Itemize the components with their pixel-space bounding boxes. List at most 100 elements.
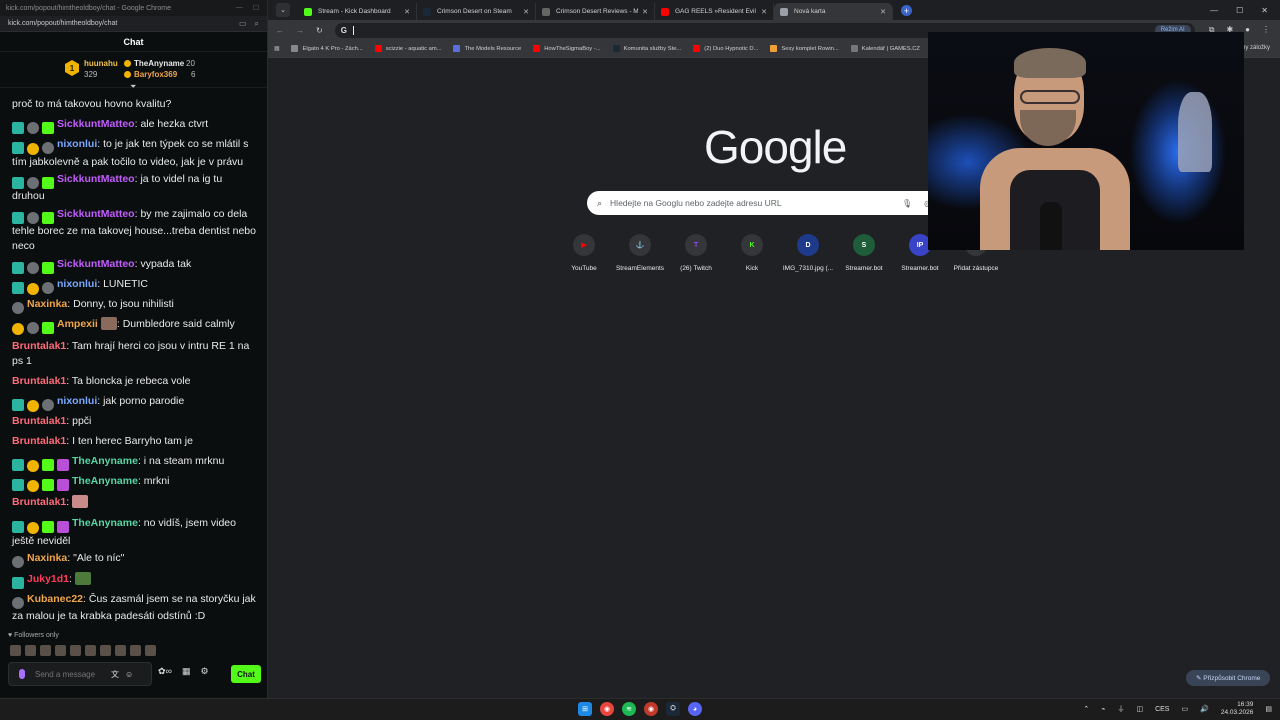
back-arrow-icon[interactable]: ← [276, 26, 284, 35]
clock[interactable]: 16:39 24.03.2026 [1221, 701, 1254, 717]
chat-composer[interactable]: 文 ☺ [8, 662, 152, 686]
spotify-taskbar-icon[interactable]: ≋ [622, 702, 636, 716]
chat-username[interactable]: SickkuntMatteo [57, 118, 135, 130]
leaderboard-user-3[interactable]: Baryfox369 [134, 70, 177, 79]
browser-tab[interactable]: GAG REELS »Resident Evil 4« | G ✕ [655, 3, 774, 20]
chat-username[interactable]: Ampexii [57, 318, 98, 330]
bookmark-item[interactable]: The Models Resource [453, 45, 521, 52]
emote-icon[interactable] [55, 645, 66, 656]
volume-icon[interactable]: 🔊 [1200, 705, 1209, 713]
chat-send-button[interactable]: Chat [231, 665, 261, 683]
chat-username[interactable]: nixonlui [57, 278, 97, 290]
notifications-icon[interactable]: ▤ [1265, 705, 1272, 713]
maximize-icon[interactable]: ☐ [1236, 6, 1243, 15]
minimize-icon[interactable]: — [1210, 6, 1218, 15]
translate-icon[interactable]: 文 [111, 669, 119, 680]
network-icon[interactable]: ▭ [1181, 705, 1188, 713]
bookmark-item[interactable]: Elgato 4 K Pro - Zách... [291, 45, 363, 52]
chat-username[interactable]: Bruntalak1 [12, 496, 66, 508]
leaderboard-user-2[interactable]: TheAnyname [134, 59, 184, 68]
chat-username[interactable]: Naxinka [27, 298, 67, 310]
shortcut-tile[interactable]: D IMG_7310.jpg (... [780, 234, 836, 272]
store-icon[interactable]: ▦ [182, 666, 191, 677]
chat-username[interactable]: Naxinka [27, 552, 67, 564]
shortcut-tile[interactable]: K Kick [724, 234, 780, 272]
emote-icon[interactable] [130, 645, 141, 656]
settings-gear-icon[interactable]: ⚙ [200, 666, 208, 677]
more-menu-icon[interactable]: ⋮ [1262, 25, 1270, 35]
tab-close-icon[interactable]: ✕ [880, 8, 886, 16]
input-language[interactable]: CES [1155, 706, 1169, 713]
bookmark-item[interactable]: Kalendář | GAMES.CZ [850, 45, 920, 52]
shortcut-tile[interactable]: ▶ YouTube [556, 234, 612, 272]
bookmark-item[interactable]: Komunita služby Ste... [612, 45, 681, 52]
chat-username[interactable]: Bruntalak1 [12, 435, 66, 447]
chat-username[interactable]: Bruntalak1 [12, 340, 66, 352]
chat-username[interactable]: TheAnyname [72, 475, 138, 487]
tab-search-icon[interactable]: ⌄ [276, 3, 290, 17]
bookmark-item[interactable]: scizzie - aquatic am... [374, 45, 441, 52]
browser-tab[interactable]: Stream - Kick Dashboard ✕ [298, 3, 417, 20]
speaker-tray-icon[interactable]: ◫ [1136, 705, 1143, 713]
emote-icon[interactable] [25, 645, 36, 656]
bookmark-item[interactable]: Sexy komplet Rowin... [770, 45, 839, 52]
shortcut-tile[interactable]: ⚓ StreamElements [612, 234, 668, 272]
chat-username[interactable]: TheAnyname [72, 455, 138, 467]
mic-icon[interactable] [19, 669, 25, 679]
bookmark-item[interactable]: HowTheSigmaBoy -... [533, 45, 601, 52]
zoom-icon[interactable]: ⌕ [255, 19, 259, 29]
chat-username[interactable]: nixonlui [57, 395, 97, 407]
tab-close-icon[interactable]: ✕ [642, 8, 648, 16]
shortcut-tile[interactable]: S Streamer.bot [836, 234, 892, 272]
tab-close-icon[interactable]: ✕ [404, 8, 410, 16]
chat-username[interactable]: Kubanec22 [27, 593, 83, 605]
steam-taskbar-icon[interactable]: ⛭ [666, 702, 680, 716]
emote-icon[interactable] [40, 645, 51, 656]
bluetooth-icon[interactable]: ⌁ [1101, 705, 1105, 713]
chat-username[interactable]: Bruntalak1 [12, 375, 66, 387]
maximize-icon[interactable]: ☐ [253, 4, 259, 12]
shortcut-tile[interactable]: T (26) Twitch [668, 234, 724, 272]
chrome-profile-taskbar-icon[interactable]: ◉ [644, 702, 658, 716]
tab-close-icon[interactable]: ✕ [523, 8, 529, 16]
emote-icon[interactable] [115, 645, 126, 656]
emote-icon[interactable] [145, 645, 156, 656]
chat-username[interactable]: nixonlui [57, 138, 97, 150]
emote-icon[interactable] [85, 645, 96, 656]
minimize-icon[interactable]: — [236, 4, 243, 12]
profile-avatar-icon[interactable]: ● [1245, 25, 1250, 35]
bookmark-item[interactable]: (2) Duo Hypnotic D... [693, 45, 758, 52]
google-search-box[interactable]: ⌕ Hledejte na Googlu nebo zadejte adresu… [587, 191, 959, 215]
usb-icon[interactable]: ⏚ [1117, 704, 1124, 714]
emote-icon[interactable] [10, 645, 21, 656]
discord-taskbar-icon[interactable]: ◕ [688, 702, 702, 716]
chevron-down-icon[interactable]: ⏷ [130, 82, 136, 92]
chevron-up-icon[interactable]: ⌃ [1083, 705, 1089, 713]
forward-arrow-icon[interactable]: → [296, 26, 304, 35]
chat-message-input[interactable] [35, 669, 105, 679]
browser-tab[interactable]: Crimson Desert Reviews - Meta ✕ [536, 3, 655, 20]
emoji-icon[interactable]: ☺ [125, 670, 133, 679]
emote-icon[interactable] [70, 645, 81, 656]
chat-username[interactable]: TheAnyname [72, 517, 138, 529]
customize-chrome-button[interactable]: ✎ Přizpůsobit Chrome [1186, 670, 1271, 686]
other-bookmarks[interactable]: ny záložky [1242, 45, 1270, 51]
chat-username[interactable]: Bruntalak1 [12, 415, 66, 427]
cast-icon[interactable]: ▭ [239, 19, 247, 29]
close-icon[interactable]: ✕ [1261, 6, 1268, 15]
tab-close-icon[interactable]: ✕ [761, 8, 767, 16]
emote-icon[interactable] [100, 645, 111, 656]
chat-url-bar[interactable]: kick.com/popout/himtheoldboy/chat ▭ ⌕ [0, 16, 267, 32]
chrome-taskbar-icon[interactable]: ◉ [600, 702, 614, 716]
chat-username[interactable]: Juky1d1 [27, 573, 69, 585]
new-tab-button[interactable]: + [901, 5, 912, 16]
apps-grid-icon[interactable]: ▦ [274, 46, 279, 52]
chat-message-list[interactable]: proč to má takovou hovno kvalitu?suboggi… [0, 96, 266, 626]
gift-sub-icon[interactable]: ✿∞ [158, 666, 172, 677]
reload-icon[interactable]: ↻ [316, 26, 323, 35]
chat-username[interactable]: SickkuntMatteo [57, 258, 135, 270]
browser-tab[interactable]: Nová karta ✕ [774, 3, 893, 20]
chat-username[interactable]: SickkuntMatteo [57, 173, 135, 185]
voice-search-icon[interactable]: 🎙 [902, 199, 912, 208]
browser-tab[interactable]: Crimson Desert on Steam ✕ [417, 3, 536, 20]
